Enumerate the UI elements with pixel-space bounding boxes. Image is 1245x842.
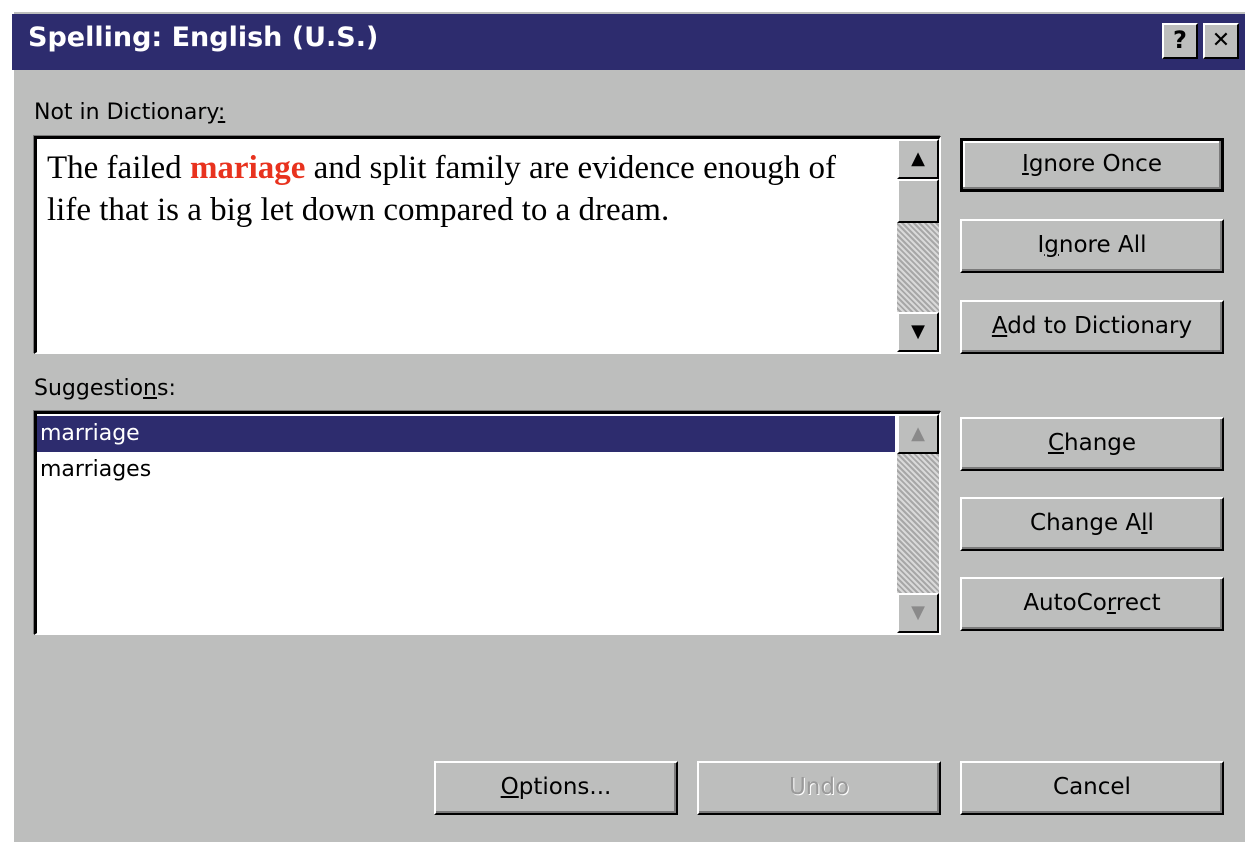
- button-label: Change All: [1030, 510, 1154, 536]
- button-label: Change: [1047, 430, 1137, 456]
- not-in-dictionary-textbox[interactable]: The failed mariage and split family are …: [34, 136, 941, 354]
- up-arrow-icon: ▲: [911, 423, 925, 444]
- suggestion-item[interactable]: marriages: [37, 452, 437, 488]
- cancel-button[interactable]: Cancel: [960, 761, 1224, 815]
- ignore-all-button[interactable]: Ignore All: [960, 219, 1224, 273]
- text-scrollbar[interactable]: ▲ ▼: [897, 139, 939, 352]
- button-label: AutoCorrect: [1023, 590, 1161, 616]
- close-button[interactable]: ✕: [1203, 23, 1239, 59]
- down-arrow-icon: ▼: [911, 321, 925, 342]
- suggestions-scrollbar[interactable]: ▲ ▼: [897, 414, 939, 633]
- options-button[interactable]: Options...: [434, 761, 678, 815]
- change-button[interactable]: Change: [960, 417, 1224, 471]
- suggestions-scroll-down-button[interactable]: ▼: [897, 593, 939, 633]
- button-label: Ignore All: [1037, 232, 1147, 258]
- scroll-down-button[interactable]: ▼: [897, 312, 939, 352]
- autocorrect-button[interactable]: AutoCorrect: [960, 577, 1224, 631]
- close-icon: ✕: [1211, 28, 1231, 53]
- down-arrow-icon: ▼: [911, 602, 925, 623]
- up-arrow-icon: ▲: [911, 148, 925, 169]
- help-button[interactable]: ?: [1162, 23, 1198, 59]
- window-title: Spelling: English (U.S.): [28, 22, 379, 53]
- sentence-text-before: The failed: [47, 150, 190, 186]
- suggestions-label-text: Suggestions:: [34, 376, 176, 401]
- sentence-text: The failed mariage and split family are …: [47, 147, 887, 231]
- button-label: Add to Dictionary: [991, 313, 1193, 339]
- button-label: Options...: [500, 774, 612, 800]
- misspelled-word: mariage: [189, 150, 306, 186]
- not-in-dictionary-label-text: Not in Dictionary:: [34, 100, 226, 125]
- suggestions-scroll-up-button[interactable]: ▲: [897, 414, 939, 454]
- ignore-once-button[interactable]: Ignore Once: [960, 138, 1224, 192]
- button-label: Ignore Once: [1022, 151, 1162, 177]
- title-bar: Spelling: English (U.S.) ? ✕: [12, 14, 1245, 70]
- button-label: Undo: [788, 774, 850, 800]
- button-label: Cancel: [1053, 774, 1131, 800]
- scroll-thumb[interactable]: [897, 179, 939, 223]
- change-all-button[interactable]: Change All: [960, 497, 1224, 551]
- suggestion-item[interactable]: marriage: [37, 416, 895, 452]
- not-in-dictionary-label: Not in Dictionary:: [34, 100, 225, 125]
- scroll-up-button[interactable]: ▲: [897, 139, 939, 179]
- suggestions-list[interactable]: marriage marriages ▲ ▼: [34, 411, 941, 635]
- suggestions-label: Suggestions:: [34, 376, 176, 401]
- add-to-dictionary-button[interactable]: Add to Dictionary: [960, 300, 1224, 354]
- undo-button[interactable]: Undo: [697, 761, 941, 815]
